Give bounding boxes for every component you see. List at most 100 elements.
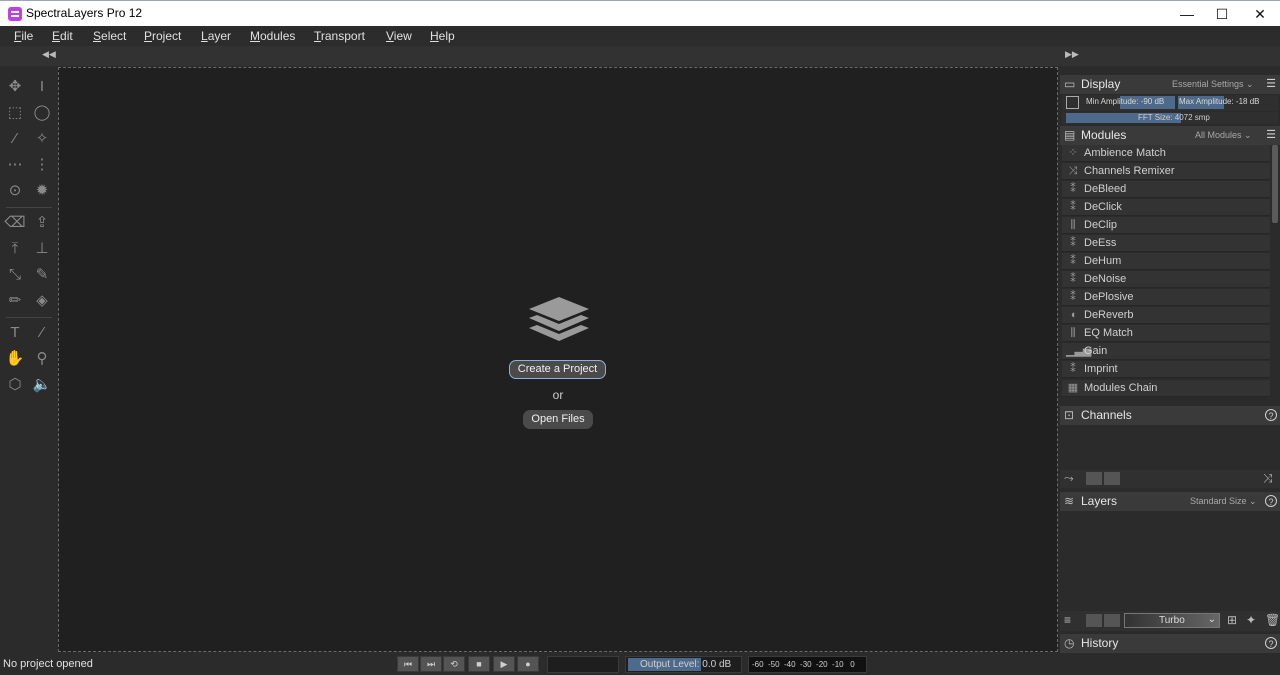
- tool-separator: [6, 207, 52, 208]
- output-level-slider[interactable]: Output Level: 0.0 dB: [625, 656, 742, 673]
- menu-view[interactable]: View: [386, 29, 412, 43]
- brush-select-icon[interactable]: ⁄: [4, 128, 26, 150]
- magic-wand-icon[interactable]: ✧: [31, 128, 53, 150]
- open-files-button[interactable]: Open Files: [523, 410, 593, 429]
- module-item-debleed[interactable]: ⁑ DeBleed: [1062, 181, 1270, 198]
- display-toggle-icon[interactable]: [1066, 96, 1079, 109]
- menu-layer[interactable]: Layer: [201, 29, 231, 43]
- layer-button[interactable]: [1104, 614, 1120, 627]
- new-layer-icon[interactable]: ✦: [1246, 613, 1256, 627]
- eyedropper-icon[interactable]: ⁄: [31, 322, 53, 344]
- rewind-button[interactable]: ⏮: [397, 656, 419, 672]
- declick-icon: ⁑: [1070, 201, 1076, 213]
- layer-stack-icon[interactable]: ≡: [1064, 613, 1071, 627]
- module-item-denoise[interactable]: ⁑ DeNoise: [1062, 271, 1270, 288]
- loop-button[interactable]: ⟲: [443, 656, 465, 672]
- brush-tool-icon[interactable]: ✎: [31, 264, 53, 286]
- merge-icon[interactable]: ⤳: [1064, 471, 1074, 486]
- display-panel-header[interactable]: ▭ Display Essential Settings ⌄ ☰: [1060, 75, 1280, 94]
- max-amplitude-slider[interactable]: Max Amplitude: -18 dB: [1179, 97, 1259, 106]
- menu-help[interactable]: Help: [430, 29, 455, 43]
- hand-tool-icon[interactable]: ✋: [4, 348, 26, 370]
- eraser-tool-icon[interactable]: ⌫: [4, 212, 26, 234]
- module-item-ambience-match[interactable]: ⁘ Ambience Match: [1062, 145, 1270, 162]
- create-project-button[interactable]: Create a Project: [509, 360, 606, 379]
- colormap-select[interactable]: Turbo ⌄: [1124, 613, 1220, 628]
- module-item-dehum[interactable]: ⁑ DeHum: [1062, 253, 1270, 270]
- collapse-left-icon[interactable]: ◀◀: [42, 49, 56, 60]
- move-tool-icon[interactable]: ✥: [4, 76, 26, 98]
- or-label: or: [552, 388, 564, 402]
- help-icon[interactable]: ?: [1265, 637, 1277, 649]
- maximize-button[interactable]: ☐: [1203, 1, 1241, 27]
- module-item-gain[interactable]: ▁▃▅ Gain: [1062, 343, 1270, 360]
- fill-tool-icon[interactable]: ◈: [31, 290, 53, 312]
- module-item-eq-match[interactable]: ⫼ EQ Match: [1062, 325, 1270, 342]
- amplify-tool-icon[interactable]: ⤒: [4, 238, 26, 260]
- menu-select[interactable]: Select: [93, 29, 126, 43]
- menu-modules[interactable]: Modules: [250, 29, 295, 43]
- monitor-icon: ▭: [1064, 77, 1076, 91]
- cube-tool-icon[interactable]: ⬡: [4, 374, 26, 396]
- channel-button[interactable]: [1104, 472, 1120, 485]
- module-item-declick[interactable]: ⁑ DeClick: [1062, 199, 1270, 216]
- fft-size-slider[interactable]: FFT Size: 4072 smp: [1138, 113, 1210, 122]
- burst-select-icon[interactable]: ✹: [31, 180, 53, 202]
- channel-button[interactable]: [1086, 472, 1102, 485]
- menu-file[interactable]: File: [14, 29, 33, 43]
- modules-filter-dropdown[interactable]: All Modules ⌄: [1195, 130, 1252, 141]
- play-button[interactable]: ▶: [493, 656, 515, 672]
- module-item-modules-chain[interactable]: ▦ Modules Chain: [1062, 380, 1270, 397]
- history-title: History: [1081, 636, 1119, 650]
- module-item-dereverb[interactable]: ◖ DeReverb: [1062, 307, 1270, 324]
- tools-panel: ✥ I ⬚ ◯ ⁄ ✧ ⋯ ⋮ ⊙ ✹ ⌫ ⇪ ⤒ ⊥ ⤡ ✎ ✏ ◈ T ⁄ …: [0, 66, 57, 654]
- modules-panel-header[interactable]: ▤ Modules All Modules ⌄ ☰: [1060, 126, 1280, 145]
- module-item-declip[interactable]: ⫼ DeClip: [1062, 217, 1270, 234]
- layers-panel-header[interactable]: ≋ Layers Standard Size ⌄ ?: [1060, 492, 1280, 511]
- status-text: No project opened: [3, 658, 93, 670]
- minimize-button[interactable]: —: [1168, 1, 1206, 27]
- speaker-tool-icon[interactable]: 🔈: [31, 374, 53, 396]
- layers-size-dropdown[interactable]: Standard Size ⌄: [1190, 496, 1257, 507]
- min-amplitude-slider[interactable]: Min Amplitude: -90 dB: [1086, 97, 1164, 106]
- module-item-deplosive[interactable]: ⁑ DePlosive: [1062, 289, 1270, 306]
- shuffle-icon[interactable]: ⤨: [1263, 471, 1273, 486]
- menu-icon[interactable]: ☰: [1265, 129, 1277, 141]
- display-settings-dropdown[interactable]: Essential Settings ⌄: [1172, 79, 1254, 90]
- lasso-tool-icon[interactable]: ◯: [31, 102, 53, 124]
- module-item-imprint[interactable]: ⁑ Imprint: [1062, 361, 1270, 378]
- modules-scrollbar[interactable]: [1272, 145, 1278, 223]
- text-tool-icon[interactable]: T: [4, 322, 26, 344]
- trash-icon[interactable]: 🗑: [1265, 613, 1280, 627]
- layers-stack-icon: [529, 297, 589, 341]
- history-panel-header[interactable]: ◷ History ?: [1060, 634, 1280, 653]
- layer-button[interactable]: [1086, 614, 1102, 627]
- rectangle-select-icon[interactable]: ⬚: [4, 102, 26, 124]
- collapse-right-icon[interactable]: ▶▶: [1065, 49, 1079, 60]
- record-button[interactable]: ●: [517, 656, 539, 672]
- pencil-tool-icon[interactable]: ✏: [4, 290, 26, 312]
- time-select-tool-icon[interactable]: I: [31, 76, 53, 98]
- channels-panel-header[interactable]: ⊡ Channels ?: [1060, 406, 1280, 425]
- output-level-label: Output Level: 0.0 dB: [640, 659, 732, 670]
- help-icon[interactable]: ?: [1265, 409, 1277, 421]
- close-button[interactable]: ✕: [1241, 1, 1279, 27]
- frequency-select-icon[interactable]: ⋮: [31, 154, 53, 176]
- harmonic-select-icon[interactable]: ⋯: [4, 154, 26, 176]
- module-item-deess[interactable]: ⁑ DeEss: [1062, 235, 1270, 252]
- extract-tool-icon[interactable]: ⇪: [31, 212, 53, 234]
- menu-transport[interactable]: Transport: [314, 29, 365, 43]
- skip-forward-button[interactable]: ⏭: [420, 656, 442, 672]
- add-layer-icon[interactable]: ⊞: [1227, 613, 1237, 627]
- zoom-tool-icon[interactable]: ⚲: [31, 348, 53, 370]
- menu-edit[interactable]: Edit: [52, 29, 73, 43]
- module-item-channels-remixer[interactable]: ⤨ Channels Remixer: [1062, 163, 1270, 180]
- stop-button[interactable]: ■: [468, 656, 490, 672]
- point-select-icon[interactable]: ⊙: [4, 180, 26, 202]
- menu-project[interactable]: Project: [144, 29, 181, 43]
- help-icon[interactable]: ?: [1265, 495, 1277, 507]
- stamp-tool-icon[interactable]: ⊥: [31, 238, 53, 260]
- channels-icon: ⊡: [1064, 408, 1075, 422]
- heal-tool-icon[interactable]: ⤡: [4, 264, 26, 286]
- menu-icon[interactable]: ☰: [1265, 78, 1277, 90]
